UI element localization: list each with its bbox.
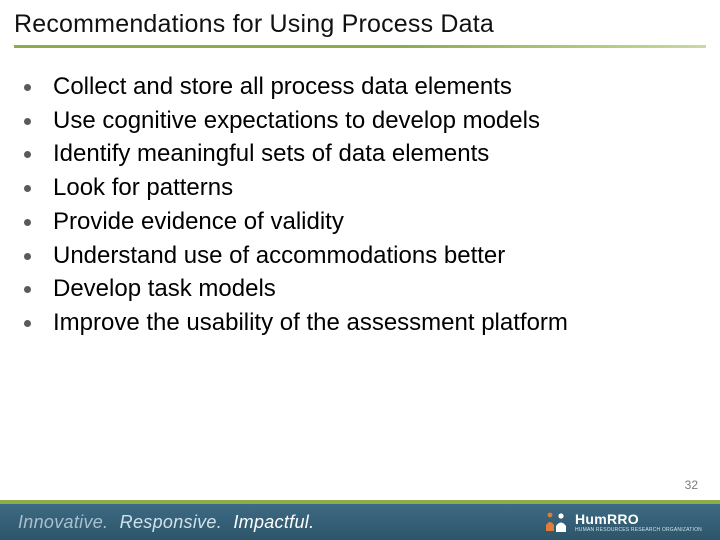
- logo-subtitle: HUMAN RESOURCES RESEARCH ORGANIZATION: [575, 528, 702, 533]
- footer-tagline: Innovative. Responsive. Impactful.: [18, 512, 314, 533]
- tagline-word: Innovative.: [18, 512, 108, 532]
- list-item: Understand use of accommodations better: [18, 241, 692, 272]
- logo-text: HumRRO HUMAN RESOURCES RESEARCH ORGANIZA…: [575, 512, 702, 533]
- logo-name: HumRRO: [575, 512, 702, 526]
- slide-title: Recommendations for Using Process Data: [0, 0, 720, 45]
- footer: Innovative. Responsive. Impactful. HumRR…: [0, 500, 720, 540]
- tagline-word: Responsive.: [120, 512, 222, 532]
- list-item-text: Improve the usability of the assessment …: [53, 308, 692, 339]
- bullet-icon: [24, 84, 31, 91]
- list-item: Collect and store all process data eleme…: [18, 72, 692, 103]
- list-item: Provide evidence of validity: [18, 207, 692, 238]
- list-item: Improve the usability of the assessment …: [18, 308, 692, 339]
- list-item-text: Provide evidence of validity: [53, 207, 692, 238]
- bullet-icon: [24, 151, 31, 158]
- footer-bar: Innovative. Responsive. Impactful. HumRR…: [0, 504, 720, 540]
- page-number: 32: [685, 478, 698, 492]
- logo-mark-icon: [543, 511, 569, 533]
- bullet-list: Collect and store all process data eleme…: [18, 72, 692, 339]
- list-item: Look for patterns: [18, 173, 692, 204]
- footer-logo: HumRRO HUMAN RESOURCES RESEARCH ORGANIZA…: [543, 511, 702, 533]
- list-item: Use cognitive expectations to develop mo…: [18, 106, 692, 137]
- list-item: Develop task models: [18, 274, 692, 305]
- list-item: Identify meaningful sets of data element…: [18, 139, 692, 170]
- content-area: Collect and store all process data eleme…: [0, 48, 720, 339]
- list-item-text: Understand use of accommodations better: [53, 241, 692, 272]
- bullet-icon: [24, 253, 31, 260]
- list-item-text: Look for patterns: [53, 173, 692, 204]
- bullet-icon: [24, 185, 31, 192]
- bullet-icon: [24, 118, 31, 125]
- list-item-text: Develop task models: [53, 274, 692, 305]
- bullet-icon: [24, 320, 31, 327]
- list-item-text: Identify meaningful sets of data element…: [53, 139, 692, 170]
- tagline-word: Impactful.: [233, 512, 314, 532]
- slide: Recommendations for Using Process Data C…: [0, 0, 720, 540]
- bullet-icon: [24, 219, 31, 226]
- list-item-text: Use cognitive expectations to develop mo…: [53, 106, 692, 137]
- list-item-text: Collect and store all process data eleme…: [53, 72, 692, 103]
- bullet-icon: [24, 286, 31, 293]
